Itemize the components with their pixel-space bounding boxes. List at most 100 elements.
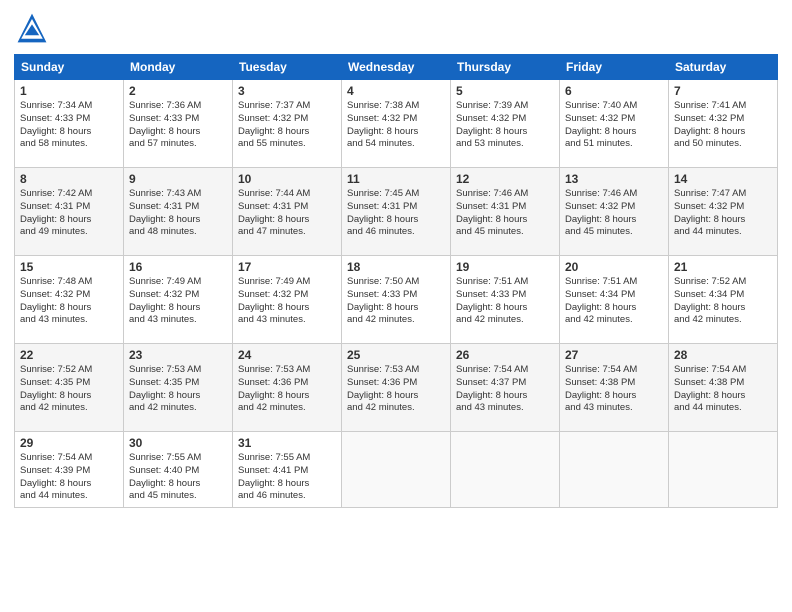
day-number: 18 [347, 260, 445, 274]
cell-info: Sunrise: 7:52 AMSunset: 4:34 PMDaylight:… [674, 276, 772, 327]
calendar-cell: 22Sunrise: 7:52 AMSunset: 4:35 PMDayligh… [15, 344, 124, 432]
logo [14, 10, 54, 46]
cell-info: Sunrise: 7:49 AMSunset: 4:32 PMDaylight:… [129, 276, 227, 327]
cell-info: Sunrise: 7:48 AMSunset: 4:32 PMDaylight:… [20, 276, 118, 327]
calendar-cell: 13 Sunrise: 7:46 AMSunset: 4:32 PMDayligh… [560, 168, 669, 256]
day-number: 13 [565, 172, 663, 186]
day-number: 6 [565, 84, 663, 98]
cell-info: Sunrise: 7:49 AMSunset: 4:32 PMDaylight:… [238, 276, 336, 327]
day-number: 25 [347, 348, 445, 362]
calendar-cell: 19 Sunrise: 7:51 AMSunset: 4:33 PMDayligh… [451, 256, 560, 344]
cell-info: Sunrise: 7:54 AMSunset: 4:38 PMDaylight:… [674, 364, 772, 415]
cell-info: Sunrise: 7:54 AMSunset: 4:39 PMDaylight:… [20, 452, 118, 503]
cell-info: Sunrise: 7:53 AMSunset: 4:35 PMDaylight:… [129, 364, 227, 415]
calendar-cell [451, 432, 560, 508]
calendar-cell: 1Sunrise: 7:34 AMSunset: 4:33 PMDaylight… [15, 80, 124, 168]
cell-info: Sunrise: 7:36 AMSunset: 4:33 PMDaylight:… [129, 100, 227, 151]
page: SundayMondayTuesdayWednesdayThursdayFrid… [0, 0, 792, 612]
cell-info: Sunrise: 7:34 AMSunset: 4:33 PMDaylight:… [20, 100, 118, 151]
calendar-cell [669, 432, 778, 508]
cell-info: Sunrise: 7:37 AMSunset: 4:32 PMDaylight:… [238, 100, 336, 151]
calendar-cell: 6 Sunrise: 7:40 AMSunset: 4:32 PMDaylight… [560, 80, 669, 168]
week-row-5: 29 Sunrise: 7:54 AMSunset: 4:39 PMDayligh… [15, 432, 778, 508]
cell-info: Sunrise: 7:46 AMSunset: 4:31 PMDaylight:… [456, 188, 554, 239]
day-number: 27 [565, 348, 663, 362]
day-number: 11 [347, 172, 445, 186]
calendar-cell: 25Sunrise: 7:53 AMSunset: 4:36 PMDayligh… [342, 344, 451, 432]
week-row-2: 8Sunrise: 7:42 AMSunset: 4:31 PMDaylight… [15, 168, 778, 256]
day-number: 21 [674, 260, 772, 274]
calendar-cell: 31 Sunrise: 7:55 AMSunset: 4:41 PMDayligh… [233, 432, 342, 508]
day-number: 17 [238, 260, 336, 274]
cell-info: Sunrise: 7:50 AMSunset: 4:33 PMDaylight:… [347, 276, 445, 327]
day-number: 14 [674, 172, 772, 186]
cell-info: Sunrise: 7:40 AMSunset: 4:32 PMDaylight:… [565, 100, 663, 151]
cell-info: Sunrise: 7:45 AMSunset: 4:31 PMDaylight:… [347, 188, 445, 239]
weekday-header-friday: Friday [560, 55, 669, 80]
calendar-cell: 26Sunrise: 7:54 AMSunset: 4:37 PMDayligh… [451, 344, 560, 432]
calendar-cell: 23 Sunrise: 7:53 AMSunset: 4:35 PMDayligh… [124, 344, 233, 432]
day-number: 5 [456, 84, 554, 98]
cell-info: Sunrise: 7:39 AMSunset: 4:32 PMDaylight:… [456, 100, 554, 151]
calendar-header: SundayMondayTuesdayWednesdayThursdayFrid… [15, 55, 778, 80]
cell-info: Sunrise: 7:55 AMSunset: 4:41 PMDaylight:… [238, 452, 336, 503]
cell-info: Sunrise: 7:52 AMSunset: 4:35 PMDaylight:… [20, 364, 118, 415]
weekday-header-row: SundayMondayTuesdayWednesdayThursdayFrid… [15, 55, 778, 80]
day-number: 9 [129, 172, 227, 186]
day-number: 15 [20, 260, 118, 274]
cell-info: Sunrise: 7:47 AMSunset: 4:32 PMDaylight:… [674, 188, 772, 239]
day-number: 23 [129, 348, 227, 362]
weekday-header-monday: Monday [124, 55, 233, 80]
calendar-table: SundayMondayTuesdayWednesdayThursdayFrid… [14, 54, 778, 508]
calendar-cell: 3 Sunrise: 7:37 AMSunset: 4:32 PMDaylight… [233, 80, 342, 168]
week-row-3: 15 Sunrise: 7:48 AMSunset: 4:32 PMDayligh… [15, 256, 778, 344]
calendar-cell: 2 Sunrise: 7:36 AMSunset: 4:33 PMDaylight… [124, 80, 233, 168]
week-row-1: 1Sunrise: 7:34 AMSunset: 4:33 PMDaylight… [15, 80, 778, 168]
cell-info: Sunrise: 7:44 AMSunset: 4:31 PMDaylight:… [238, 188, 336, 239]
calendar-cell: 14 Sunrise: 7:47 AMSunset: 4:32 PMDayligh… [669, 168, 778, 256]
calendar-cell: 7Sunrise: 7:41 AMSunset: 4:32 PMDaylight… [669, 80, 778, 168]
day-number: 19 [456, 260, 554, 274]
day-number: 16 [129, 260, 227, 274]
cell-info: Sunrise: 7:51 AMSunset: 4:33 PMDaylight:… [456, 276, 554, 327]
calendar-cell: 5 Sunrise: 7:39 AMSunset: 4:32 PMDaylight… [451, 80, 560, 168]
day-number: 4 [347, 84, 445, 98]
cell-info: Sunrise: 7:38 AMSunset: 4:32 PMDaylight:… [347, 100, 445, 151]
calendar-cell: 21 Sunrise: 7:52 AMSunset: 4:34 PMDayligh… [669, 256, 778, 344]
day-number: 31 [238, 436, 336, 450]
calendar-cell: 24Sunrise: 7:53 AMSunset: 4:36 PMDayligh… [233, 344, 342, 432]
day-number: 30 [129, 436, 227, 450]
cell-info: Sunrise: 7:54 AMSunset: 4:38 PMDaylight:… [565, 364, 663, 415]
day-number: 12 [456, 172, 554, 186]
cell-info: Sunrise: 7:51 AMSunset: 4:34 PMDaylight:… [565, 276, 663, 327]
day-number: 20 [565, 260, 663, 274]
weekday-header-sunday: Sunday [15, 55, 124, 80]
calendar-cell [342, 432, 451, 508]
calendar-cell: 15 Sunrise: 7:48 AMSunset: 4:32 PMDayligh… [15, 256, 124, 344]
logo-icon [14, 10, 50, 46]
calendar-cell: 16 Sunrise: 7:49 AMSunset: 4:32 PMDayligh… [124, 256, 233, 344]
cell-info: Sunrise: 7:46 AMSunset: 4:32 PMDaylight:… [565, 188, 663, 239]
calendar-cell: 10 Sunrise: 7:44 AMSunset: 4:31 PMDayligh… [233, 168, 342, 256]
calendar-cell: 9 Sunrise: 7:43 AMSunset: 4:31 PMDaylight… [124, 168, 233, 256]
day-number: 2 [129, 84, 227, 98]
calendar-cell: 20 Sunrise: 7:51 AMSunset: 4:34 PMDayligh… [560, 256, 669, 344]
day-number: 10 [238, 172, 336, 186]
weekday-header-wednesday: Wednesday [342, 55, 451, 80]
cell-info: Sunrise: 7:55 AMSunset: 4:40 PMDaylight:… [129, 452, 227, 503]
calendar-cell [560, 432, 669, 508]
cell-info: Sunrise: 7:43 AMSunset: 4:31 PMDaylight:… [129, 188, 227, 239]
day-number: 26 [456, 348, 554, 362]
day-number: 28 [674, 348, 772, 362]
calendar-cell: 11 Sunrise: 7:45 AMSunset: 4:31 PMDayligh… [342, 168, 451, 256]
calendar-cell: 12 Sunrise: 7:46 AMSunset: 4:31 PMDayligh… [451, 168, 560, 256]
day-number: 29 [20, 436, 118, 450]
day-number: 3 [238, 84, 336, 98]
calendar-cell: 4 Sunrise: 7:38 AMSunset: 4:32 PMDaylight… [342, 80, 451, 168]
week-row-4: 22Sunrise: 7:52 AMSunset: 4:35 PMDayligh… [15, 344, 778, 432]
calendar-cell: 8Sunrise: 7:42 AMSunset: 4:31 PMDaylight… [15, 168, 124, 256]
day-number: 8 [20, 172, 118, 186]
cell-info: Sunrise: 7:41 AMSunset: 4:32 PMDaylight:… [674, 100, 772, 151]
weekday-header-saturday: Saturday [669, 55, 778, 80]
calendar-body: 1Sunrise: 7:34 AMSunset: 4:33 PMDaylight… [15, 80, 778, 508]
